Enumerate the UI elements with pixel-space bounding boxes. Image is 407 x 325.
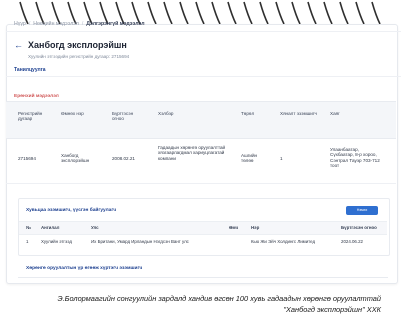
breadcrumb: Нүүр / Нөөцийн мэдээлэл / Дэлгэрэнгүй мэ… bbox=[14, 21, 145, 27]
breadcrumb-separator: / bbox=[81, 21, 84, 27]
general-table-header: Регистрийн дугаар Өмнөх нэр Бүртгэсэн ог… bbox=[6, 101, 396, 139]
page-title: Ханбогд эксплорэйшн bbox=[28, 40, 127, 50]
general-row-divider bbox=[6, 183, 396, 184]
col-num: № bbox=[26, 225, 31, 230]
caption-line-1: Э.Болормаагийн сонгуулийн зардалд хандив… bbox=[57, 294, 381, 303]
col-date: Бүртгэсэн огноо bbox=[341, 225, 377, 230]
cell-country: Их Британи, Умард Ирландын Нэгдсэн Вант … bbox=[91, 239, 189, 244]
cell-type: Ашгийн төлөө bbox=[241, 153, 258, 164]
caption-line-2: "Ханбогд эксплорэйшн" ХХК bbox=[283, 305, 381, 314]
col-address: Хаяг bbox=[330, 111, 340, 116]
cell-address: Улаанбаатар, Сүхбаатар, 8-р хороо, Сэнтр… bbox=[330, 147, 380, 169]
owners-section-title: Хувьцаа эзэмшигч, үүсгэн байгуулагч bbox=[26, 208, 117, 213]
col-category: Ангилал bbox=[41, 225, 60, 230]
col-controller: Хяналт эзэмшигч bbox=[280, 111, 317, 116]
cell-num: 1 bbox=[26, 239, 29, 244]
cell-date: 2024.06.22 bbox=[341, 239, 363, 244]
photo-caption: Э.Болормаагийн сонгуулийн зардалд хандив… bbox=[21, 293, 381, 315]
col-country: Улс bbox=[91, 225, 99, 230]
col-name: Нэр bbox=[251, 225, 260, 230]
breadcrumb-current: Дэлгэрэнгүй мэдээлэл bbox=[86, 21, 145, 27]
general-section-title: Ерөнхий мэдээлэл bbox=[14, 94, 59, 99]
cell-name: Кью Жи Эйч Холдингс Лимитед bbox=[251, 239, 316, 244]
header-divider bbox=[6, 31, 401, 32]
col-previous-name: Өмнөх нэр bbox=[61, 111, 84, 116]
cell-form: Гадаадын хөрөнгө оруулалттай хязгаарлагд… bbox=[158, 145, 226, 161]
cell-registration: 2715694 bbox=[18, 156, 36, 161]
col-registered-date: Бүртгэсэн огноо bbox=[112, 111, 134, 122]
cell-registered-date: 2008.02.21 bbox=[112, 156, 135, 161]
cell-previous-name: Ханбогд эксплорэйшн bbox=[61, 153, 90, 164]
add-owner-button[interactable]: Нэмэх bbox=[346, 206, 378, 215]
tab-divider bbox=[6, 76, 401, 77]
registration-subtitle: Хуулийн этгээдийн регистрийн дугаар: 271… bbox=[28, 54, 130, 59]
col-registration: Регистрийн дугаар bbox=[18, 111, 43, 122]
beneficial-section-title: Хөрөнгө оруулалтын үр өгөөж хүртэгч эзэм… bbox=[26, 266, 143, 271]
cell-controller: 1 bbox=[280, 156, 283, 161]
title-row: ← Ханбогд эксплорэйшн bbox=[14, 40, 127, 50]
back-arrow-icon[interactable]: ← bbox=[14, 41, 23, 50]
owners-table-header: № Ангилал Улс Өмч Нэр Бүртгэсэн огноо bbox=[19, 221, 387, 235]
col-form: Хэлбэр bbox=[158, 111, 174, 116]
col-share: Өмч bbox=[229, 225, 239, 230]
cell-category: Хуулийн этгээд bbox=[41, 239, 72, 244]
breadcrumb-home[interactable]: Нүүр bbox=[14, 21, 26, 27]
breadcrumb-separator: / bbox=[28, 21, 31, 27]
breadcrumb-middle[interactable]: Нөөцийн мэдээлэл bbox=[33, 21, 79, 27]
beneficial-divider bbox=[18, 277, 388, 278]
col-type: Төрөл bbox=[241, 111, 255, 116]
